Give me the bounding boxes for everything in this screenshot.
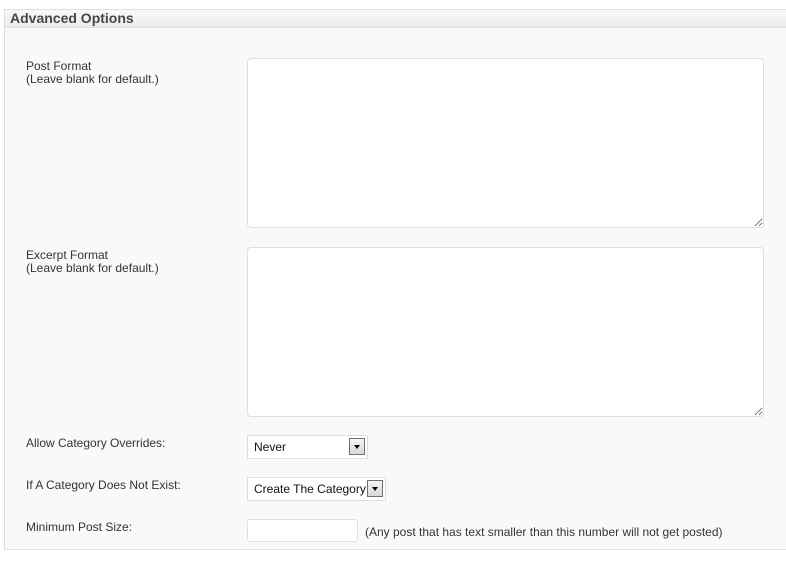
category-missing-value: Create The Category	[254, 482, 366, 496]
category-missing-label: If A Category Does Not Exist:	[26, 478, 181, 492]
category-overrides-label: Allow Category Overrides:	[26, 436, 166, 450]
category-missing-select[interactable]: Create The Category	[247, 477, 386, 501]
excerpt-format-textarea[interactable]	[247, 247, 764, 417]
advanced-options-panel: Advanced Options Post Format (Leave blan…	[4, 9, 786, 550]
post-format-note: (Leave blank for default.)	[26, 72, 159, 86]
min-post-size-label: Minimum Post Size:	[26, 520, 133, 534]
min-post-size-input[interactable]	[247, 519, 358, 542]
min-post-size-hint: (Any post that has text smaller than thi…	[365, 525, 723, 539]
excerpt-format-label-group: Excerpt Format (Leave blank for default.…	[26, 249, 159, 275]
post-format-label-group: Post Format (Leave blank for default.)	[26, 60, 159, 86]
category-overrides-value: Never	[254, 440, 287, 454]
chevron-down-icon[interactable]	[349, 438, 365, 455]
category-overrides-select[interactable]: Never	[247, 435, 368, 459]
panel-title: Advanced Options	[5, 10, 786, 28]
post-format-textarea[interactable]	[247, 58, 764, 228]
chevron-down-icon[interactable]	[367, 480, 383, 497]
excerpt-format-note: (Leave blank for default.)	[26, 261, 159, 275]
